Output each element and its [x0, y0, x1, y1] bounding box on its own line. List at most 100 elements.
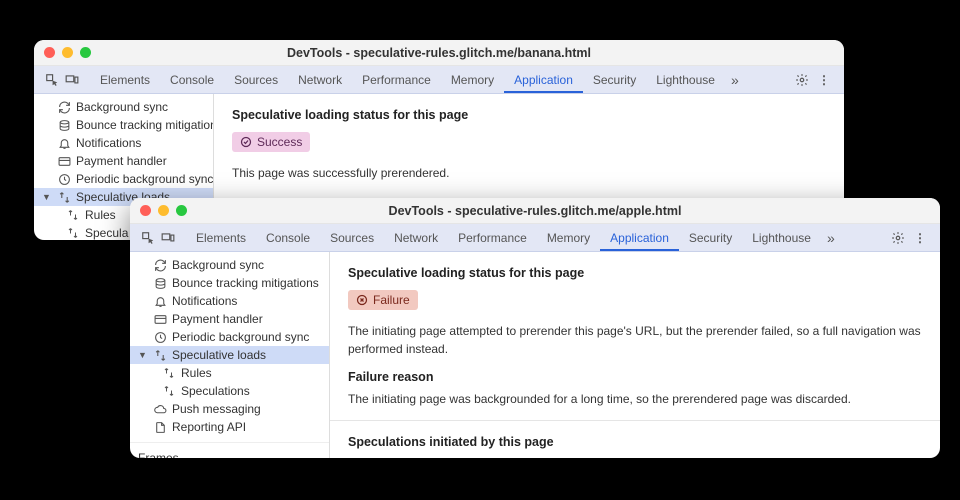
device-icon[interactable]: [158, 228, 178, 248]
sidebar-item-label: Speculations: [181, 384, 250, 398]
kebab-icon[interactable]: ⋮: [812, 73, 836, 87]
badge-label: Failure: [373, 293, 410, 307]
sidebar-item-periodic[interactable]: Periodic background sync: [130, 328, 329, 346]
tab-lighthouse[interactable]: Lighthouse: [646, 67, 725, 93]
sidebar-item-notifications[interactable]: Notifications: [130, 292, 329, 310]
sidebar-item-bounce[interactable]: Bounce tracking mitigations: [130, 274, 329, 292]
tab-performance[interactable]: Performance: [448, 225, 537, 251]
arrows-icon: [162, 366, 176, 380]
window-title: DevTools - speculative-rules.glitch.me/b…: [34, 46, 844, 60]
device-icon[interactable]: [62, 70, 82, 90]
more-tabs-icon[interactable]: »: [821, 230, 841, 246]
bounce-icon: [57, 118, 71, 132]
arrows-icon: [162, 384, 176, 398]
sidebar-item-label: Push messaging: [172, 402, 261, 416]
zoom-icon[interactable]: [80, 47, 91, 58]
sidebar-item-reporting[interactable]: Reporting API: [130, 418, 329, 436]
sidebar-item-label: Payment handler: [172, 312, 263, 326]
tab-lighthouse[interactable]: Lighthouse: [742, 225, 821, 251]
kebab-icon[interactable]: ⋮: [908, 231, 932, 245]
doc-icon: [153, 420, 167, 434]
minimize-icon[interactable]: [62, 47, 73, 58]
tab-application[interactable]: Application: [504, 67, 583, 93]
close-icon[interactable]: [140, 205, 151, 216]
sidebar-item-push[interactable]: Push messaging: [130, 400, 329, 418]
sidebar-item-speculations[interactable]: Speculations: [130, 382, 329, 400]
content-heading: Speculative loading status for this page: [232, 108, 826, 122]
sidebar-item-label: Notifications: [76, 136, 141, 150]
tab-security[interactable]: Security: [583, 67, 646, 93]
zoom-icon[interactable]: [176, 205, 187, 216]
gear-icon[interactable]: [888, 231, 908, 245]
bounce-icon: [153, 276, 167, 290]
bell-icon: [57, 136, 71, 150]
status-description: The initiating page attempted to prerend…: [348, 322, 922, 358]
sidebar-item-notifications[interactable]: Notifications: [34, 134, 213, 152]
tab-console[interactable]: Console: [256, 225, 320, 251]
failure-reason-heading: Failure reason: [348, 370, 922, 384]
sidebar-item-label: Periodic background sync: [76, 172, 213, 186]
sidebar-item-label: Specula: [85, 226, 128, 240]
sidebar-item-label: Notifications: [172, 294, 237, 308]
bell-icon: [153, 294, 167, 308]
tab-security[interactable]: Security: [679, 225, 742, 251]
sidebar-item-label: Periodic background sync: [172, 330, 309, 344]
devtools-window-2: DevTools - speculative-rules.glitch.me/a…: [130, 198, 940, 458]
sidebar-item-speculative-loads[interactable]: ▼Speculative loads: [130, 346, 329, 364]
inspect-icon[interactable]: [138, 228, 158, 248]
tab-elements[interactable]: Elements: [90, 67, 160, 93]
content-heading: Speculative loading status for this page: [348, 266, 922, 280]
sidebar-item-label: Speculative loads: [172, 348, 266, 362]
sidebar-item-background-sync[interactable]: Background sync: [130, 256, 329, 274]
failure-reason-body: The initiating page was backgrounded for…: [348, 390, 922, 408]
tab-application[interactable]: Application: [600, 225, 679, 251]
arrows-icon: [66, 208, 80, 222]
sidebar-item-payment[interactable]: Payment handler: [130, 310, 329, 328]
sidebar-item-label: Background sync: [76, 100, 168, 114]
content-pane: Speculative loading status for this page…: [330, 252, 940, 458]
close-icon[interactable]: [44, 47, 55, 58]
inspect-icon[interactable]: [42, 70, 62, 90]
sidebar-item-label: Background sync: [172, 258, 264, 272]
tabstrip: Elements Console Sources Network Perform…: [130, 224, 940, 252]
clock-icon: [57, 172, 71, 186]
titlebar[interactable]: DevTools - speculative-rules.glitch.me/a…: [130, 198, 940, 224]
gear-icon[interactable]: [792, 73, 812, 87]
sidebar-item-bounce[interactable]: Bounce tracking mitigations: [34, 116, 213, 134]
sidebar-item-label: Bounce tracking mitigations: [76, 118, 214, 132]
tab-memory[interactable]: Memory: [441, 67, 504, 93]
tab-elements[interactable]: Elements: [186, 225, 256, 251]
sidebar-item-label: Reporting API: [172, 420, 246, 434]
tab-performance[interactable]: Performance: [352, 67, 441, 93]
traffic-lights: [140, 205, 187, 216]
sidebar-item-background-sync[interactable]: Background sync: [34, 98, 213, 116]
arrows-icon: [57, 190, 71, 204]
clock-icon: [153, 330, 167, 344]
sync-icon: [57, 100, 71, 114]
minimize-icon[interactable]: [158, 205, 169, 216]
tab-memory[interactable]: Memory: [537, 225, 600, 251]
status-badge: Success: [232, 132, 310, 152]
tab-sources[interactable]: Sources: [320, 225, 384, 251]
card-icon: [153, 312, 167, 326]
sidebar-item-label: Payment handler: [76, 154, 167, 168]
sidebar-section-frames: Frames: [130, 442, 329, 458]
sidebar-item-payment[interactable]: Payment handler: [34, 152, 213, 170]
tab-network[interactable]: Network: [288, 67, 352, 93]
sidebar-item-periodic[interactable]: Periodic background sync: [34, 170, 213, 188]
sidebar-item-label: Rules: [181, 366, 212, 380]
sidebar-item-rules[interactable]: Rules: [130, 364, 329, 382]
titlebar[interactable]: DevTools - speculative-rules.glitch.me/b…: [34, 40, 844, 66]
sidebar: Background sync Bounce tracking mitigati…: [130, 252, 330, 458]
speculations-heading: Speculations initiated by this page: [348, 435, 922, 449]
sidebar-item-label: Bounce tracking mitigations: [172, 276, 319, 290]
tabstrip: Elements Console Sources Network Perform…: [34, 66, 844, 94]
tab-sources[interactable]: Sources: [224, 67, 288, 93]
more-tabs-icon[interactable]: »: [725, 72, 745, 88]
tab-console[interactable]: Console: [160, 67, 224, 93]
check-circle-icon: [240, 136, 252, 148]
tab-network[interactable]: Network: [384, 225, 448, 251]
card-icon: [57, 154, 71, 168]
arrows-icon: [153, 348, 167, 362]
traffic-lights: [44, 47, 91, 58]
